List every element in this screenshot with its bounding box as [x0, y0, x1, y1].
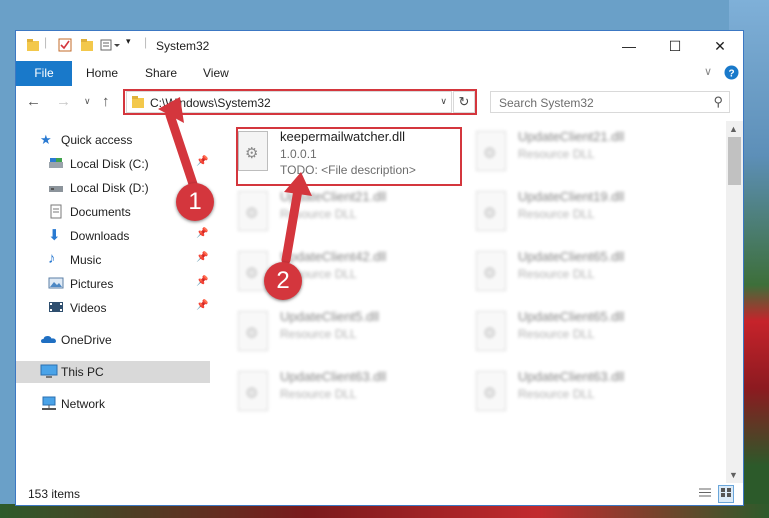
step-badge-1: 1 — [176, 183, 214, 221]
file-tile[interactable]: UpdateClient63.dll Resource DLL — [464, 365, 694, 421]
explorer-window: | ▾ | System32 — ☐ ✕ File Home Share Vie… — [15, 30, 744, 506]
network-icon — [40, 396, 56, 411]
pin-icon[interactable]: 📌 — [196, 252, 208, 263]
scrollbar-thumb[interactable] — [728, 137, 741, 185]
file-description: Resource DLL — [518, 207, 595, 221]
file-tile[interactable]: UpdateClient19.dll Resource DLL — [464, 185, 694, 241]
arrow-to-file — [281, 172, 312, 265]
new-folder-icon[interactable] — [80, 38, 94, 55]
music-icon: ♪ — [48, 250, 56, 267]
tab-file[interactable]: File — [16, 61, 72, 86]
drive-icon — [48, 180, 64, 195]
file-description: Resource DLL — [518, 147, 595, 161]
maximize-button[interactable]: ☐ — [652, 31, 698, 61]
sidebar-item-onedrive[interactable]: OneDrive — [16, 329, 210, 351]
file-tile[interactable]: UpdateClient42.dll Resource DLL — [226, 245, 456, 301]
file-name: UpdateClient21.dll — [518, 129, 625, 144]
sidebar-item-this-pc[interactable]: This PC — [16, 361, 210, 383]
dll-file-icon — [238, 371, 268, 411]
file-tile[interactable]: UpdateClient63.dll Resource DLL — [226, 365, 456, 421]
details-view-icon[interactable] — [698, 486, 712, 502]
pin-icon[interactable]: 📌 — [196, 228, 208, 239]
title-bar: | ▾ | System32 — ☐ ✕ — [16, 31, 743, 61]
tab-share[interactable]: Share — [145, 61, 177, 86]
file-description: Resource DLL — [280, 327, 357, 341]
dll-file-icon — [476, 311, 506, 351]
pictures-icon — [48, 276, 64, 291]
separator: | — [44, 35, 48, 49]
dll-file-icon — [476, 371, 506, 411]
large-icons-view-icon[interactable] — [718, 485, 734, 503]
file-description: Resource DLL — [518, 327, 595, 341]
documents-icon — [48, 204, 64, 219]
file-tile[interactable]: UpdateClient21.dll Resource DLL — [226, 185, 456, 241]
item-count: 153 items — [28, 487, 81, 501]
file-tile[interactable]: UpdateClient65.dll Resource DLL — [464, 245, 694, 301]
file-tile[interactable]: UpdateClient5.dll Resource DLL — [226, 305, 456, 361]
file-description: Resource DLL — [518, 387, 595, 401]
properties-icon[interactable] — [58, 38, 72, 55]
cloud-icon — [40, 332, 56, 347]
dll-file-icon — [476, 251, 506, 291]
search-placeholder: Search System32 — [499, 96, 594, 110]
help-icon[interactable]: ? — [724, 65, 739, 83]
file-name: UpdateClient65.dll — [518, 249, 625, 264]
search-input[interactable]: Search System32 ⚲ — [490, 91, 730, 113]
desktop-wallpaper-bottom — [0, 504, 769, 518]
forward-arrow-icon[interactable]: → — [56, 93, 71, 110]
tab-home[interactable]: Home — [86, 61, 118, 86]
folder-icon — [26, 38, 40, 55]
drive-icon — [48, 156, 64, 171]
step-badge-2: 2 — [264, 262, 302, 300]
vertical-scrollbar[interactable]: ▲ ▼ — [726, 121, 743, 483]
dll-file-icon — [238, 311, 268, 351]
search-icon[interactable]: ⚲ — [713, 94, 723, 110]
status-bar: 153 items — [16, 483, 743, 505]
file-name: UpdateClient5.dll — [280, 309, 380, 324]
file-name: UpdateClient63.dll — [518, 369, 625, 384]
sidebar-item-pictures[interactable]: Pictures 📌 — [16, 273, 210, 295]
back-arrow-icon[interactable]: ← — [26, 93, 41, 110]
chevron-down-icon[interactable]: ▾ — [126, 36, 131, 47]
sidebar-item-downloads[interactable]: ⬇ Downloads 📌 — [16, 225, 210, 247]
customize-toolbar-icon[interactable] — [100, 38, 122, 55]
scroll-down-icon[interactable]: ▼ — [729, 470, 738, 480]
file-tile[interactable]: UpdateClient21.dll Resource DLL — [464, 125, 694, 181]
sidebar-item-music[interactable]: ♪ Music 📌 — [16, 249, 210, 271]
expand-ribbon-icon[interactable]: ∨ — [704, 65, 712, 78]
file-description: Resource DLL — [280, 387, 357, 401]
star-icon: ★ — [40, 132, 52, 147]
sidebar-item-network[interactable]: Network — [16, 393, 210, 415]
file-name: UpdateClient63.dll — [280, 369, 387, 384]
svg-text:?: ? — [729, 69, 735, 80]
recent-locations-icon[interactable]: ∨ — [84, 96, 91, 107]
file-name: UpdateClient65.dll — [518, 309, 625, 324]
tab-view[interactable]: View — [203, 61, 229, 86]
dll-file-icon — [238, 191, 268, 231]
up-arrow-icon[interactable]: ↑ — [102, 93, 110, 110]
pin-icon[interactable]: 📌 — [196, 276, 208, 287]
download-icon: ⬇ — [48, 227, 61, 244]
ribbon-tabs: File Home Share View ∨ ? — [16, 61, 743, 86]
pin-icon[interactable]: 📌 — [196, 300, 208, 311]
dll-file-icon — [476, 131, 506, 171]
videos-icon — [48, 300, 64, 315]
pc-icon — [40, 364, 58, 379]
dll-file-icon — [476, 191, 506, 231]
close-button[interactable]: ✕ — [697, 31, 743, 61]
scroll-up-icon[interactable]: ▲ — [729, 124, 738, 134]
separator: | — [144, 35, 148, 49]
minimize-button[interactable]: — — [606, 31, 652, 61]
file-description: Resource DLL — [518, 267, 595, 281]
file-tile[interactable]: UpdateClient65.dll Resource DLL — [464, 305, 694, 361]
sidebar-item-videos[interactable]: Videos 📌 — [16, 297, 210, 319]
file-name: UpdateClient19.dll — [518, 189, 625, 204]
window-title: System32 — [156, 39, 210, 53]
